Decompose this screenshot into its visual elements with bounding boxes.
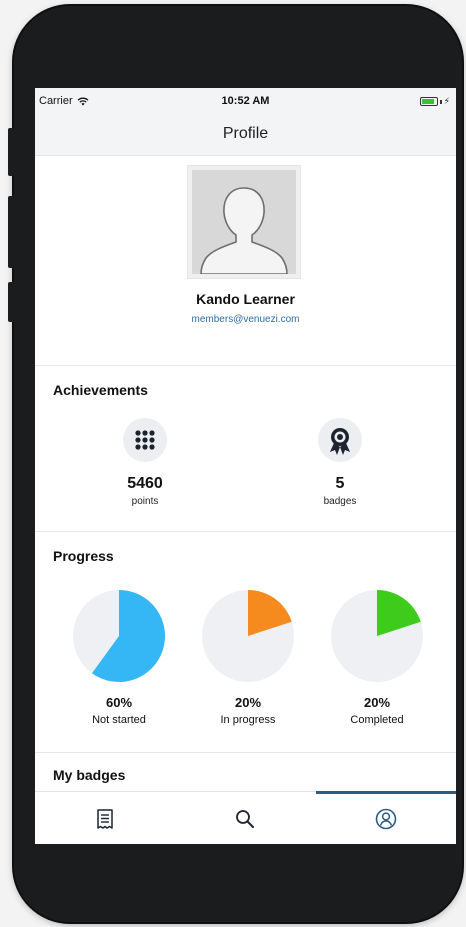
in-progress-label: In progress xyxy=(220,714,276,726)
not-started-percent: 60% xyxy=(105,695,133,710)
receipt-list-icon xyxy=(97,808,113,829)
badges-label: badges xyxy=(323,496,357,507)
search-icon xyxy=(236,809,254,828)
profile-circle-icon xyxy=(375,808,397,829)
points-label: points xyxy=(131,496,159,507)
status-bar: Carrier 10:52 AM ⚡ xyxy=(35,88,456,116)
navigation-bar: Profile xyxy=(35,116,456,156)
tab-profile[interactable] xyxy=(316,791,456,844)
badges-icon-badge xyxy=(318,418,362,462)
my-badges-title: My badges xyxy=(53,767,126,783)
not-started-label: Not started xyxy=(92,714,146,726)
achievements-title: Achievements xyxy=(53,382,148,398)
section-divider xyxy=(35,752,456,753)
not-started-pie-chart xyxy=(73,590,165,682)
tab-search[interactable] xyxy=(175,792,315,844)
charging-bolt-icon: ⚡ xyxy=(443,96,450,106)
points-icon-badge xyxy=(123,418,167,462)
points-value: 5460 xyxy=(127,475,163,492)
completed-label: Completed xyxy=(350,714,404,726)
mute-switch xyxy=(8,128,18,176)
battery-indicator: ⚡ xyxy=(419,96,450,107)
status-time: 10:52 AM xyxy=(221,95,270,107)
section-divider xyxy=(35,365,456,366)
progress-title: Progress xyxy=(53,548,114,564)
user-name: Kando Learner xyxy=(196,291,295,307)
volume-down-button xyxy=(8,282,18,322)
tab-bar xyxy=(35,791,456,844)
award-ribbon-icon xyxy=(330,428,350,455)
volume-up-button xyxy=(8,196,18,268)
completed-percent: 20% xyxy=(363,695,391,710)
completed-pie-chart xyxy=(331,590,423,682)
battery-icon xyxy=(419,97,438,106)
avatar[interactable] xyxy=(188,166,300,278)
in-progress-percent: 20% xyxy=(234,695,262,710)
badges-value: 5 xyxy=(335,475,345,492)
page-title: Profile xyxy=(222,125,269,142)
person-silhouette-icon xyxy=(192,170,296,275)
grid-dots-icon xyxy=(135,430,155,450)
app-screen: Carrier 10:52 AM ⚡ Profile Kando Learner… xyxy=(35,88,456,844)
section-divider xyxy=(35,531,456,532)
user-email[interactable]: members@venuezi.com xyxy=(35,314,456,325)
in-progress-pie-chart xyxy=(202,590,294,682)
tab-catalog[interactable] xyxy=(35,792,175,844)
